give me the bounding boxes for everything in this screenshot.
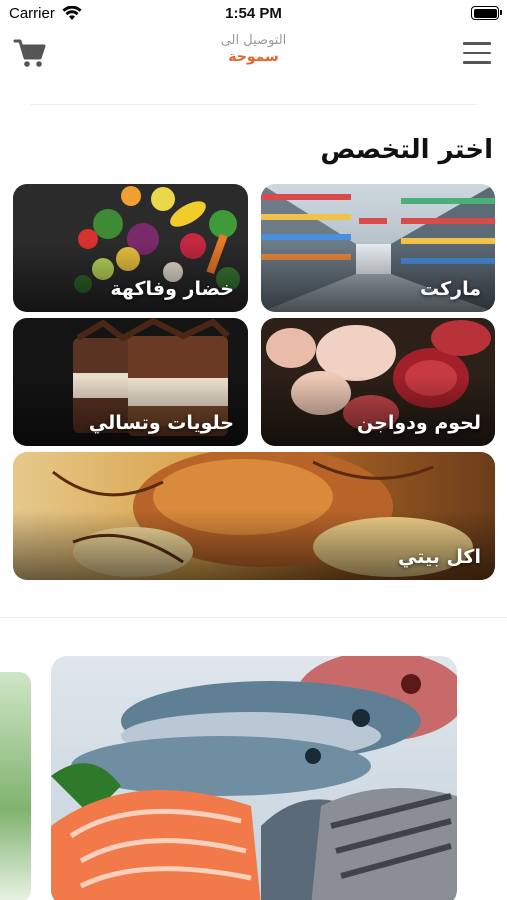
- category-label-meat-poultry: لحوم ودواجن: [357, 412, 481, 434]
- category-label-home-food: اكل بيتي: [397, 546, 481, 568]
- category-card-sweets-snacks[interactable]: حلويات وتسالي: [13, 318, 248, 446]
- promo-card-seafood[interactable]: [51, 656, 457, 900]
- delivery-location-selector[interactable]: التوصيل الى سموحة: [0, 33, 507, 65]
- section-divider: [0, 617, 507, 618]
- category-card-meat-poultry[interactable]: لحوم ودواجن: [261, 318, 495, 446]
- category-card-home-food[interactable]: اكل بيتي: [13, 452, 495, 580]
- section-title: اختر التخصص: [320, 135, 493, 165]
- delivery-location[interactable]: سموحة: [0, 49, 507, 65]
- app-header: التوصيل الى سموحة: [0, 30, 507, 92]
- status-bar: Carrier 1:54 PM: [0, 0, 507, 30]
- battery-icon: [471, 6, 502, 20]
- category-label-sweets-snacks: حلويات وتسالي: [88, 412, 234, 434]
- seafood-image: [51, 656, 457, 900]
- category-card-vegetables-fruit[interactable]: خضار وفاكهة: [13, 184, 248, 312]
- promo-card-partial[interactable]: [0, 672, 31, 900]
- header-divider: [30, 104, 477, 105]
- category-label-vegetables-fruit: خضار وفاكهة: [110, 278, 234, 300]
- delivery-label: التوصيل الى: [220, 33, 287, 48]
- menu-icon[interactable]: [463, 42, 491, 64]
- category-label-market: ماركت: [420, 278, 481, 300]
- clock: 1:54 PM: [225, 5, 282, 22]
- category-card-market[interactable]: ماركت: [261, 184, 495, 312]
